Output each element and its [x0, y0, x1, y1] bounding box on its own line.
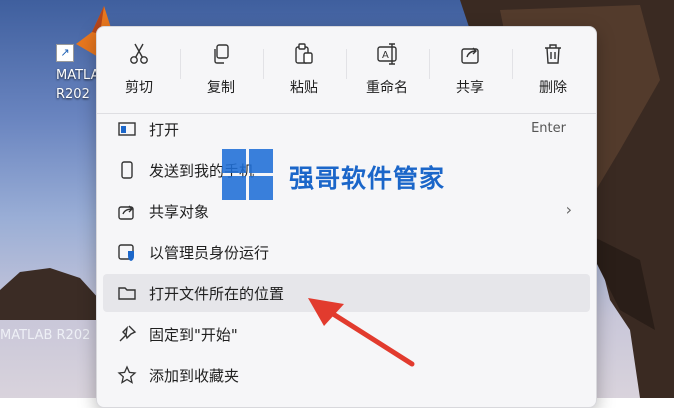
windows-logo-icon	[222, 149, 274, 201]
rename-label: 重命名	[366, 80, 408, 96]
share-icon	[461, 47, 479, 64]
delete-label: 删除	[539, 80, 567, 96]
separator	[180, 49, 181, 79]
copy-button[interactable]: 复制	[186, 33, 256, 99]
shortcut-arrow-icon: ↗	[56, 44, 74, 62]
cut-label: 剪切	[125, 80, 153, 96]
phone-icon	[121, 161, 133, 179]
paste-icon	[295, 43, 313, 64]
watermark: 强哥软件管家	[222, 149, 472, 201]
star-icon	[117, 365, 137, 384]
admin-shield-icon	[118, 244, 134, 261]
menu-item-label: 打开文件所在的位置	[149, 285, 285, 303]
copy-label: 复制	[207, 80, 235, 96]
separator	[512, 49, 513, 79]
shortcut-hint: Enter	[531, 121, 566, 136]
open-icon	[118, 122, 136, 136]
separator	[263, 49, 264, 79]
pin-icon	[119, 325, 137, 342]
chevron-right-icon: ›	[565, 200, 572, 219]
cut-icon	[130, 43, 148, 64]
folder-icon	[118, 287, 136, 300]
rename-button[interactable]: A 重命名	[352, 33, 422, 99]
menu-item-label: 以管理员身份运行	[149, 244, 270, 262]
separator	[346, 49, 347, 79]
share-label: 共享	[456, 80, 484, 96]
paste-button[interactable]: 粘贴	[269, 33, 339, 99]
menu-item-label: 打开	[149, 121, 180, 139]
paste-label: 粘贴	[290, 80, 318, 96]
delete-button[interactable]: 删除	[518, 33, 588, 99]
wallpaper-rock-left	[0, 268, 100, 320]
menu-item-label: 共享对象	[149, 203, 210, 221]
red-pointer-arrow-icon	[308, 298, 415, 367]
cut-button[interactable]: 剪切	[104, 33, 174, 99]
menu-item-label: 固定到"开始"	[149, 326, 238, 344]
rename-icon: A	[377, 43, 397, 65]
delete-icon	[545, 44, 561, 64]
background-window-title: MATLAB R202	[0, 328, 91, 343]
svg-text:A: A	[382, 50, 389, 61]
share-button[interactable]: 共享	[435, 33, 505, 99]
quick-actions-bar: 剪切 复制 粘贴 A 重命名 共享 删除	[97, 27, 596, 103]
watermark-text: 强哥软件管家	[289, 164, 446, 193]
menu-item-open[interactable]: 打开 Enter	[103, 110, 590, 148]
menu-item-run-as-admin[interactable]: 以管理员身份运行	[103, 233, 590, 271]
separator	[429, 49, 430, 79]
share-icon	[118, 205, 134, 220]
copy-icon	[214, 44, 229, 64]
menu-item-label: 添加到收藏夹	[149, 367, 240, 385]
